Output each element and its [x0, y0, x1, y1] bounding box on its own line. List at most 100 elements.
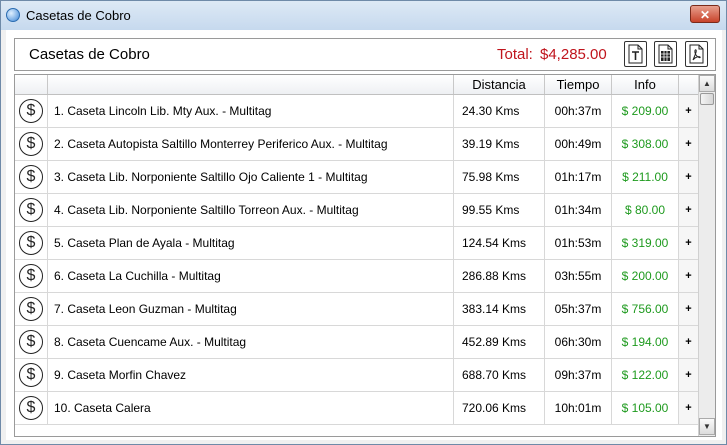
toll-cost: $ 80.00: [612, 194, 679, 226]
toll-distance: 39.19 Kms: [454, 128, 545, 160]
row-icon-cell: $: [15, 227, 48, 259]
toll-name: 2. Caseta Autopista Saltillo Monterrey P…: [48, 128, 454, 160]
toll-name: 5. Caseta Plan de Ayala - Multitag: [48, 227, 454, 259]
table-row[interactable]: $9. Caseta Morfin Chavez 688.70 Kms 09h:37…: [15, 359, 698, 392]
row-icon-cell: $: [15, 326, 48, 358]
toll-booths-window: Casetas de Cobro ✕ Casetas de Cobro Tota…: [0, 0, 727, 445]
table-row[interactable]: $8. Caseta Cuencame Aux. - Multitag 452.8…: [15, 326, 698, 359]
dollar-circle-icon: $: [19, 132, 43, 156]
expand-row-button[interactable]: +: [679, 392, 698, 424]
toll-time: 06h:30m: [545, 326, 612, 358]
toll-cost: $ 209.00: [612, 95, 679, 127]
expand-row-button[interactable]: +: [679, 194, 698, 226]
dollar-circle-icon: $: [19, 165, 43, 189]
total-label: Total:: [497, 46, 533, 63]
toll-cost: $ 200.00: [612, 260, 679, 292]
expand-row-button[interactable]: +: [679, 260, 698, 292]
row-icon-cell: $: [15, 161, 48, 193]
total-value: $4,285.00: [540, 46, 607, 63]
row-icon-cell: $: [15, 359, 48, 391]
row-icon-cell: $: [15, 260, 48, 292]
dollar-circle-icon: $: [19, 264, 43, 288]
toll-distance: 286.88 Kms: [454, 260, 545, 292]
table-row[interactable]: $3. Caseta Lib. Norponiente Saltillo Ojo…: [15, 161, 698, 194]
toll-distance: 452.89 Kms: [454, 326, 545, 358]
toll-distance: 688.70 Kms: [454, 359, 545, 391]
text-file-icon: [628, 44, 643, 64]
toll-time: 10h:01m: [545, 392, 612, 424]
page-title: Casetas de Cobro: [29, 46, 150, 63]
toll-name: 8. Caseta Cuencame Aux. - Multitag: [48, 326, 454, 358]
toll-time: 01h:34m: [545, 194, 612, 226]
client-area: Casetas de Cobro Total: $4,285.00 Distan…: [6, 30, 722, 440]
dollar-circle-icon: $: [19, 231, 43, 255]
table-row[interactable]: $7. Caseta Leon Guzman - Multitag 383.14 …: [15, 293, 698, 326]
toll-cost: $ 319.00: [612, 227, 679, 259]
toll-name: 10. Caseta Calera: [48, 392, 454, 424]
dollar-circle-icon: $: [19, 396, 43, 420]
toll-cost: $ 105.00: [612, 392, 679, 424]
row-icon-cell: $: [15, 128, 48, 160]
toll-time: 09h:37m: [545, 359, 612, 391]
export-pdf-button[interactable]: [685, 41, 708, 67]
toll-cost: $ 211.00: [612, 161, 679, 193]
toll-cost: $ 308.00: [612, 128, 679, 160]
toll-distance: 124.54 Kms: [454, 227, 545, 259]
toll-cost: $ 194.00: [612, 326, 679, 358]
toll-distance: 383.14 Kms: [454, 293, 545, 325]
col-header-time[interactable]: Tiempo: [545, 75, 612, 94]
toll-table: Distancia Tiempo Info $1. Caseta Lincoln…: [14, 74, 716, 437]
dollar-circle-icon: $: [19, 99, 43, 123]
export-text-button[interactable]: [624, 41, 647, 67]
col-header-distance[interactable]: Distancia: [454, 75, 545, 94]
table-header: Distancia Tiempo Info: [15, 75, 698, 95]
scroll-down-button[interactable]: ▼: [699, 418, 715, 435]
dollar-circle-icon: $: [19, 198, 43, 222]
table-row[interactable]: $5. Caseta Plan de Ayala - Multitag 124.5…: [15, 227, 698, 260]
dollar-circle-icon: $: [19, 363, 43, 387]
table-row[interactable]: $1. Caseta Lincoln Lib. Mty Aux. - Multi…: [15, 95, 698, 128]
toll-time: 00h:37m: [545, 95, 612, 127]
col-header-icon[interactable]: [15, 75, 48, 94]
expand-row-button[interactable]: +: [679, 161, 698, 193]
col-header-name[interactable]: [48, 75, 454, 94]
dollar-circle-icon: $: [19, 297, 43, 321]
export-excel-button[interactable]: [654, 41, 677, 67]
toll-distance: 99.55 Kms: [454, 194, 545, 226]
row-icon-cell: $: [15, 95, 48, 127]
row-icon-cell: $: [15, 392, 48, 424]
expand-row-button[interactable]: +: [679, 95, 698, 127]
expand-row-button[interactable]: +: [679, 359, 698, 391]
toll-time: 03h:55m: [545, 260, 612, 292]
table-row[interactable]: $2. Caseta Autopista Saltillo Monterrey …: [15, 128, 698, 161]
spreadsheet-icon: [658, 44, 673, 64]
close-button[interactable]: ✕: [690, 5, 720, 23]
title-bar[interactable]: Casetas de Cobro ✕: [1, 1, 726, 30]
table-row[interactable]: $6. Caseta La Cuchilla - Multitag 286.88 …: [15, 260, 698, 293]
toll-distance: 24.30 Kms: [454, 95, 545, 127]
table-row[interactable]: $4. Caseta Lib. Norponiente Saltillo Tor…: [15, 194, 698, 227]
col-header-action: [679, 75, 698, 94]
scroll-thumb[interactable]: [700, 93, 714, 105]
expand-row-button[interactable]: +: [679, 293, 698, 325]
toll-name: 4. Caseta Lib. Norponiente Saltillo Torr…: [48, 194, 454, 226]
expand-row-button[interactable]: +: [679, 128, 698, 160]
toll-cost: $ 122.00: [612, 359, 679, 391]
scroll-up-button[interactable]: ▲: [699, 75, 715, 92]
toll-cost: $ 756.00: [612, 293, 679, 325]
globe-icon: [6, 8, 20, 22]
window-title: Casetas de Cobro: [26, 8, 131, 23]
toll-time: 01h:17m: [545, 161, 612, 193]
toll-distance: 75.98 Kms: [454, 161, 545, 193]
toll-name: 9. Caseta Morfin Chavez: [48, 359, 454, 391]
pdf-icon: [689, 44, 704, 64]
expand-row-button[interactable]: +: [679, 326, 698, 358]
table-row[interactable]: $10. Caseta Calera 720.06 Kms 10h:01m $ 105…: [15, 392, 698, 425]
toll-name: 6. Caseta La Cuchilla - Multitag: [48, 260, 454, 292]
toll-time: 00h:49m: [545, 128, 612, 160]
col-header-info[interactable]: Info: [612, 75, 679, 94]
expand-row-button[interactable]: +: [679, 227, 698, 259]
row-icon-cell: $: [15, 293, 48, 325]
toll-distance: 720.06 Kms: [454, 392, 545, 424]
vertical-scrollbar[interactable]: ▲ ▼: [698, 75, 715, 436]
